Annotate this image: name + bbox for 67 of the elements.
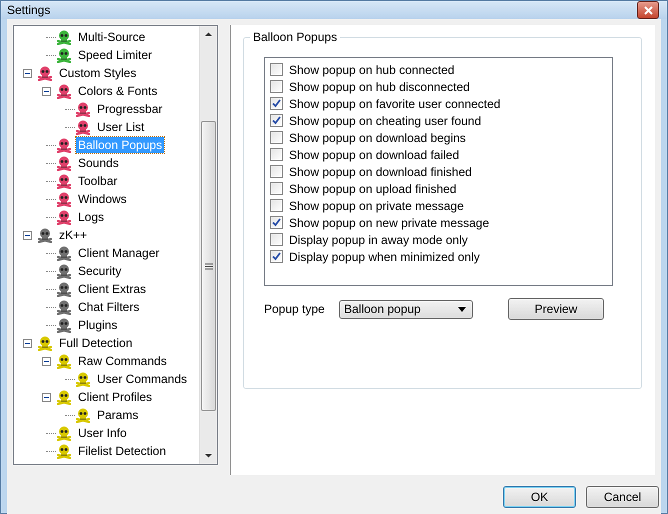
- tree-item[interactable]: Colors & Fonts: [76, 83, 160, 99]
- checkbox[interactable]: [270, 131, 283, 144]
- tree-item[interactable]: Multi-Source: [76, 29, 148, 45]
- tree-item[interactable]: Speed Limiter: [76, 47, 154, 63]
- checkbox-label: Show popup on upload finished: [289, 182, 456, 196]
- tree-item[interactable]: Client Manager: [76, 245, 162, 261]
- expander-toggle[interactable]: [42, 86, 51, 96]
- tree-item[interactable]: Raw Commands: [76, 353, 169, 369]
- grip-icon: [204, 262, 212, 270]
- checkbox-label: Show popup on hub connected: [289, 62, 454, 76]
- tree-item[interactable]: Params: [95, 407, 140, 423]
- dropdown-value: Balloon popup: [344, 302, 421, 316]
- tree-item[interactable]: Security: [76, 263, 124, 279]
- popup-type-dropdown[interactable]: Balloon popup: [339, 300, 473, 318]
- checkbox-label: Show popup on private message: [289, 198, 464, 212]
- cancel-button[interactable]: Cancel: [586, 486, 659, 508]
- caret-icon: [458, 306, 466, 312]
- checkbox[interactable]: [270, 182, 283, 195]
- tree-item[interactable]: Progressbar: [95, 101, 164, 117]
- expander-toggle[interactable]: [42, 356, 51, 366]
- tree-item[interactable]: Full Detection: [57, 335, 134, 351]
- tree-item[interactable]: User Commands: [95, 371, 190, 387]
- tree-item[interactable]: User List: [95, 119, 146, 135]
- close-button[interactable]: [637, 1, 659, 19]
- checkbox-label: Display popup in away mode only: [289, 232, 468, 246]
- expander-toggle[interactable]: [42, 392, 51, 402]
- tree-item[interactable]: Client Extras: [76, 281, 148, 297]
- tree-item[interactable]: Plugins: [76, 317, 120, 333]
- checkbox[interactable]: [270, 216, 283, 229]
- preview-button[interactable]: Preview: [508, 298, 604, 320]
- window-title: Settings: [7, 3, 50, 17]
- tree-item[interactable]: Chat Filters: [76, 299, 142, 315]
- ok-button[interactable]: OK: [503, 486, 576, 508]
- group-title: Balloon Popups: [250, 30, 340, 44]
- expander-toggle[interactable]: [23, 68, 32, 78]
- tree-item[interactable]: Filelist Detection: [76, 443, 168, 459]
- checkbox[interactable]: [270, 148, 283, 161]
- expander-toggle[interactable]: [23, 230, 32, 240]
- checkbox[interactable]: [270, 63, 283, 76]
- checkbox[interactable]: [270, 199, 283, 212]
- checkbox-label: Display popup when minimized only: [289, 250, 480, 264]
- tree-item[interactable]: Client Profiles: [76, 389, 154, 405]
- tree-item[interactable]: User Info: [76, 425, 129, 441]
- checkbox[interactable]: [270, 97, 283, 110]
- scroll-thumb[interactable]: [201, 121, 216, 411]
- checkbox-label: Show popup on new private message: [289, 216, 490, 230]
- tree-item[interactable]: Toolbar: [76, 173, 120, 189]
- checkbox-label: Show popup on favorite user connected: [289, 96, 500, 110]
- checkbox[interactable]: [270, 250, 283, 263]
- checkbox-label: Show popup on download begins: [289, 130, 466, 144]
- expander-toggle[interactable]: [23, 338, 32, 348]
- tree-item[interactable]: Logs: [76, 209, 106, 225]
- close-icon: [644, 6, 652, 14]
- popup-type-label: Popup type: [264, 302, 326, 316]
- tree-item[interactable]: Custom Styles: [57, 65, 138, 81]
- checkbox[interactable]: [270, 80, 283, 93]
- checkbox-label: Show popup on hub disconnected: [289, 80, 470, 94]
- checkbox-label: Show popup on download finished: [289, 164, 472, 178]
- checkbox-label: Show popup on cheating user found: [289, 114, 482, 128]
- checkbox-label: Show popup on download failed: [289, 148, 460, 162]
- checkbox[interactable]: [270, 165, 283, 178]
- scrollbar[interactable]: [199, 26, 217, 464]
- tree-item[interactable]: Sounds: [76, 155, 121, 171]
- checkbox[interactable]: [270, 114, 283, 127]
- checkbox[interactable]: [270, 233, 283, 246]
- tree-item[interactable]: zK++: [57, 227, 90, 243]
- tree-item[interactable]: Windows: [76, 191, 129, 207]
